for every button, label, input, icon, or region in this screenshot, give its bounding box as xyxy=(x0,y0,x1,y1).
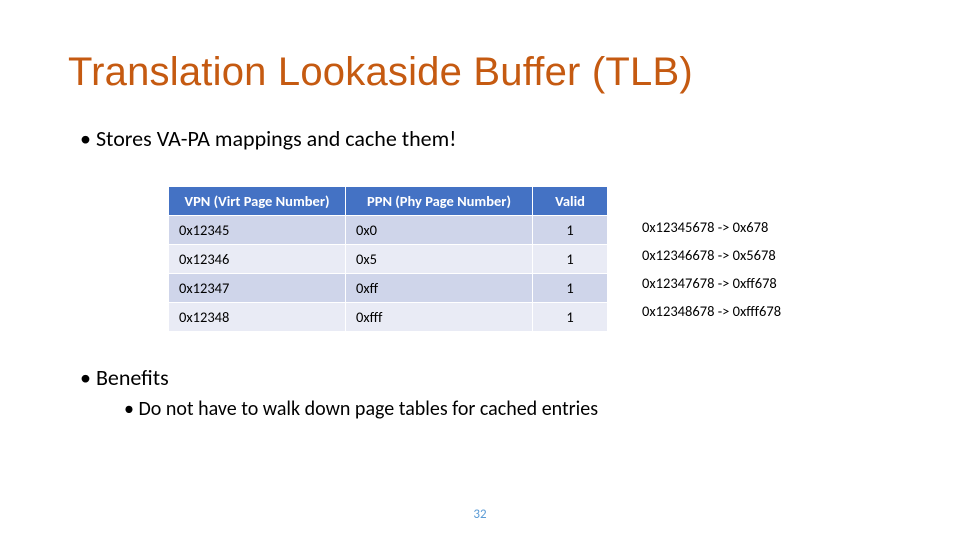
cell-valid: 1 xyxy=(533,274,608,303)
mapping-item: 0x12347678 -> 0xff678 xyxy=(642,269,781,297)
cell-vpn: 0x12347 xyxy=(169,274,346,303)
cell-valid: 1 xyxy=(533,216,608,245)
table-row: 0x12347 0xff 1 xyxy=(169,274,608,303)
cell-ppn: 0x5 xyxy=(346,245,533,274)
table-and-mappings: VPN (Virt Page Number) PPN (Phy Page Num… xyxy=(168,186,892,332)
mapping-list: 0x12345678 -> 0x678 0x12346678 -> 0x5678… xyxy=(642,213,781,325)
table-row: 0x12345 0x0 1 xyxy=(169,216,608,245)
header-valid: Valid xyxy=(533,187,608,216)
mapping-item: 0x12348678 -> 0xfff678 xyxy=(642,297,781,325)
cell-ppn: 0x0 xyxy=(346,216,533,245)
cell-valid: 1 xyxy=(533,245,608,274)
bullet-store: Stores VA-PA mappings and cache them! xyxy=(80,125,892,152)
mapping-item: 0x12345678 -> 0x678 xyxy=(642,213,781,241)
slide: Translation Lookaside Buffer (TLB) Store… xyxy=(0,0,960,540)
page-number: 32 xyxy=(0,507,960,522)
cell-ppn: 0xff xyxy=(346,274,533,303)
mapping-item: 0x12346678 -> 0x5678 xyxy=(642,241,781,269)
table-header-row: VPN (Virt Page Number) PPN (Phy Page Num… xyxy=(169,187,608,216)
bullet-benefits: Benefits xyxy=(80,364,892,391)
tlb-table: VPN (Virt Page Number) PPN (Phy Page Num… xyxy=(168,186,608,332)
cell-ppn: 0xfff xyxy=(346,303,533,332)
table-row: 0x12346 0x5 1 xyxy=(169,245,608,274)
slide-title: Translation Lookaside Buffer (TLB) xyxy=(68,50,892,95)
cell-valid: 1 xyxy=(533,303,608,332)
header-vpn: VPN (Virt Page Number) xyxy=(169,187,346,216)
bullet-benefit-1: Do not have to walk down page tables for… xyxy=(124,397,664,421)
header-ppn: PPN (Phy Page Number) xyxy=(346,187,533,216)
cell-vpn: 0x12348 xyxy=(169,303,346,332)
cell-vpn: 0x12346 xyxy=(169,245,346,274)
table-row: 0x12348 0xfff 1 xyxy=(169,303,608,332)
cell-vpn: 0x12345 xyxy=(169,216,346,245)
